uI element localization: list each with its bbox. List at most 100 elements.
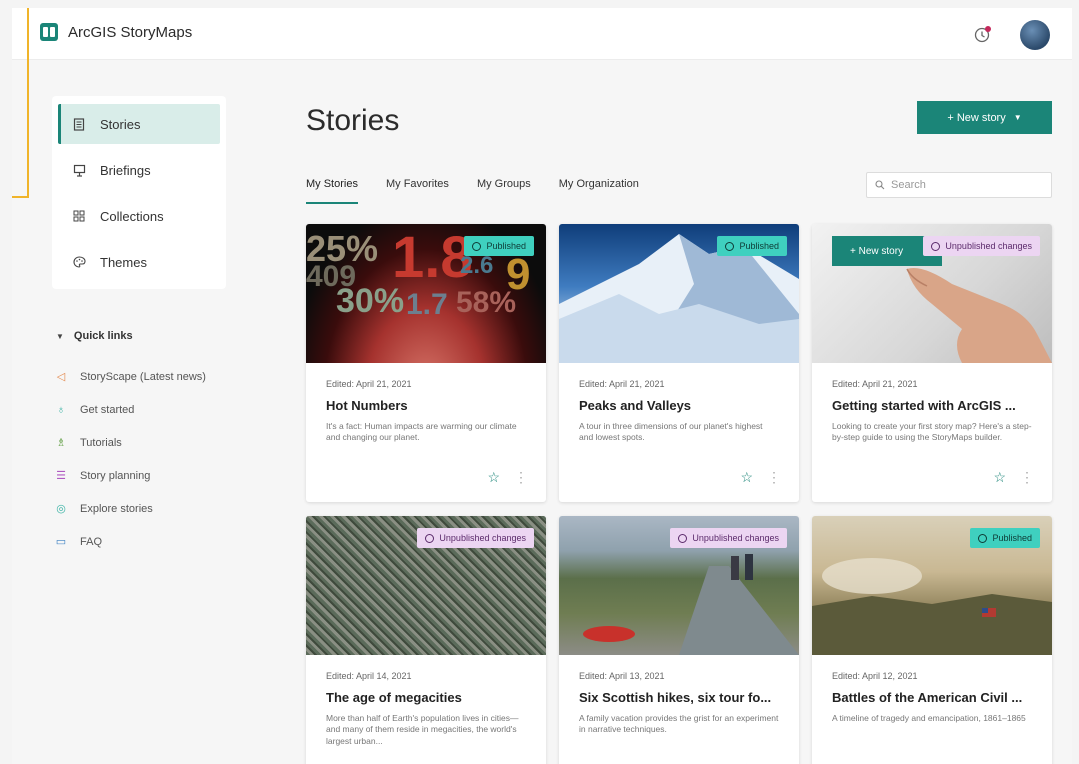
quick-link-label: Story planning (80, 469, 151, 482)
status-badge: Published (970, 528, 1040, 548)
new-story-label: + New story (947, 111, 1006, 124)
story-card[interactable]: Unpublished changes Edited: April 14, 20… (306, 516, 546, 764)
top-icons (968, 20, 1050, 50)
status-text: Unpublished changes (945, 241, 1032, 251)
quick-link-faq[interactable]: ▭ FAQ (52, 525, 262, 558)
search-box[interactable] (866, 172, 1052, 198)
chat-icon: ▭ (55, 536, 67, 548)
sidebar-item-label: Themes (100, 254, 147, 270)
story-card[interactable]: Published Edited: April 21, 2021 Peaks a… (559, 224, 799, 502)
story-card[interactable]: Unpublished changes Edited: April 13, 20… (559, 516, 799, 764)
book-icon: ♗ (56, 437, 66, 449)
story-title[interactable]: Hot Numbers (326, 398, 526, 413)
status-badge: Unpublished changes (670, 528, 787, 548)
status-badge: Published (717, 236, 787, 256)
status-badge: Unpublished changes (923, 236, 1040, 256)
image-number: 1.7 (406, 288, 448, 321)
search-icon (875, 180, 885, 190)
story-thumbnail: Published (559, 224, 799, 363)
edited-date: Edited: April 21, 2021 (326, 379, 412, 389)
highlight-frame (12, 8, 29, 198)
quick-link-storyscape[interactable]: ◁ StoryScape (Latest news) (52, 360, 262, 393)
story-thumbnail: Unpublished changes (559, 516, 799, 655)
quick-link-label: FAQ (80, 535, 103, 548)
story-thumbnail: Unpublished changes (306, 516, 546, 655)
user-avatar[interactable] (1020, 20, 1050, 50)
lightbulb-icon: ♁ (56, 403, 66, 416)
brand[interactable]: ArcGIS StoryMaps (40, 23, 192, 41)
story-tabs: My Stories My Favorites My Groups My Org… (306, 170, 667, 204)
status-icon (678, 533, 688, 543)
story-thumbnail: + New story Unpublished changes (812, 224, 1052, 363)
story-title[interactable]: Battles of the American Civil ... (832, 690, 1032, 705)
status-text: Unpublished changes (439, 533, 526, 543)
sidebar-item-briefings[interactable]: Briefings (58, 150, 220, 190)
story-description: A timeline of tragedy and emancipation, … (832, 713, 1026, 723)
image-number: 2.6 (460, 252, 494, 279)
notifications-icon[interactable] (968, 21, 996, 49)
search-input[interactable] (891, 179, 1041, 191)
story-title[interactable]: The age of megacities (326, 690, 526, 705)
storymaps-logo-icon (40, 23, 58, 41)
story-title[interactable]: Getting started with ArcGIS ... (832, 398, 1032, 413)
quick-links-toggle[interactable]: ▼ Quick links (52, 330, 262, 342)
story-card[interactable]: 25% 1.8 409 2.6 9 30% 1.7 58% Published … (306, 224, 546, 502)
status-icon (931, 241, 941, 251)
story-description: More than half of Earth's population liv… (326, 713, 519, 746)
new-story-button[interactable]: + New story ▼ (917, 101, 1052, 134)
megaphone-icon: ◁ (56, 371, 66, 383)
story-thumbnail: Published (812, 516, 1052, 655)
quick-link-get-started[interactable]: ♁ Get started (52, 393, 262, 426)
chevron-down-icon: ▼ (1013, 113, 1022, 122)
favorite-star-icon[interactable]: ☆ (993, 469, 1006, 486)
quick-link-label: Tutorials (80, 436, 122, 449)
tab-my-favorites[interactable]: My Favorites (386, 170, 449, 204)
notification-dot (985, 26, 991, 32)
quick-link-label: Get started (80, 403, 135, 416)
sidebar-item-collections[interactable]: Collections (58, 196, 220, 236)
favorite-star-icon[interactable]: ☆ (487, 469, 500, 486)
status-badge: Published (464, 236, 534, 256)
status-icon (978, 533, 988, 543)
status-badge: Unpublished changes (417, 528, 534, 548)
status-icon (725, 241, 735, 251)
presentation-icon (72, 163, 86, 177)
quick-link-label: StoryScape (Latest news) (80, 370, 206, 383)
checklist-icon: ☰ (56, 470, 66, 482)
favorite-star-icon[interactable]: ☆ (740, 469, 753, 486)
story-title[interactable]: Peaks and Valleys (579, 398, 779, 413)
story-card[interactable]: + New story Unpublished changes Edited: … (812, 224, 1052, 502)
story-description: It's a fact: Human impacts are warming o… (326, 421, 517, 443)
tab-my-organization[interactable]: My Organization (559, 170, 639, 204)
story-title[interactable]: Six Scottish hikes, six tour fo... (579, 690, 779, 705)
status-text: Published (486, 241, 526, 251)
sidebar-nav: Stories Briefings Collections Themes (52, 96, 226, 289)
more-options-icon[interactable]: ⋮ (1020, 469, 1034, 486)
sidebar-item-label: Stories (100, 116, 141, 132)
story-description: Looking to create your first story map? … (832, 421, 1032, 443)
quick-link-tutorials[interactable]: ♗ Tutorials (52, 426, 262, 459)
image-number: 30% (336, 282, 405, 320)
status-icon (472, 241, 482, 251)
quick-link-label: Explore stories (80, 502, 153, 515)
story-description: A family vacation provides the grist for… (579, 713, 779, 735)
top-bar: ArcGIS StoryMaps (12, 8, 1072, 60)
image-number: 58% (456, 286, 517, 319)
grid-icon (72, 209, 86, 223)
tab-my-stories[interactable]: My Stories (306, 170, 358, 204)
quick-link-explore-stories[interactable]: ◎ Explore stories (52, 492, 262, 525)
status-text: Unpublished changes (692, 533, 779, 543)
story-card[interactable]: Published Edited: April 12, 2021 Battles… (812, 516, 1052, 764)
sidebar-item-stories[interactable]: Stories (58, 104, 220, 144)
more-options-icon[interactable]: ⋮ (514, 469, 528, 486)
edited-date: Edited: April 13, 2021 (579, 671, 665, 681)
edited-date: Edited: April 21, 2021 (832, 379, 918, 389)
tab-my-groups[interactable]: My Groups (477, 170, 531, 204)
app-window: ArcGIS StoryMaps Stories Briefings Colle… (12, 8, 1072, 764)
compass-icon: ◎ (56, 503, 66, 515)
quick-link-story-planning[interactable]: ☰ Story planning (52, 459, 262, 492)
edited-date: Edited: April 14, 2021 (326, 671, 412, 681)
story-thumbnail: 25% 1.8 409 2.6 9 30% 1.7 58% Published (306, 224, 546, 363)
more-options-icon[interactable]: ⋮ (767, 469, 781, 486)
sidebar-item-themes[interactable]: Themes (58, 242, 220, 282)
